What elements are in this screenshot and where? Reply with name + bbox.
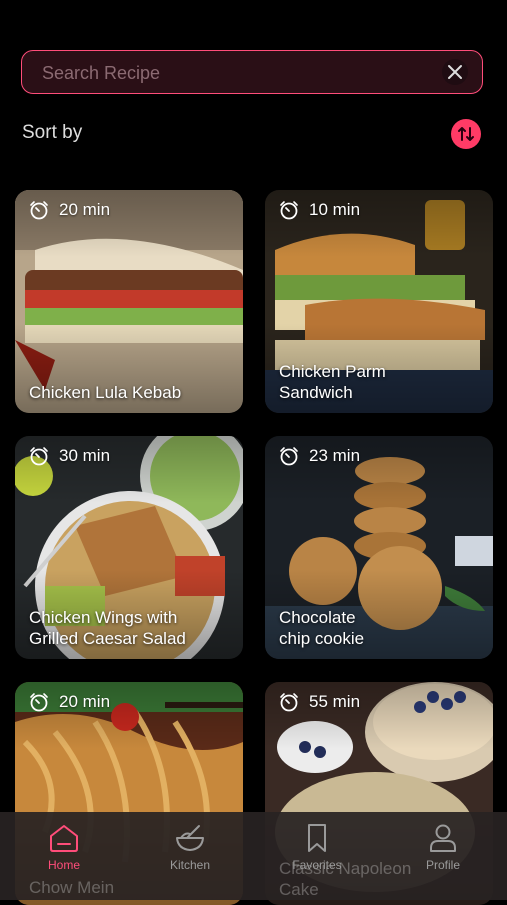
search-input[interactable]: Search Recipe	[21, 50, 483, 94]
nav-home[interactable]: Home	[14, 822, 114, 882]
cook-time-label: 20 min	[59, 200, 111, 219]
recipe-title: Chocolate chip cookie	[279, 608, 365, 648]
recipe-card[interactable]: 30 min Chicken Wings with Grilled Caesar…	[15, 436, 243, 659]
timer-icon	[280, 693, 298, 712]
timer-icon	[280, 447, 298, 466]
cook-time-label: 55 min	[309, 692, 361, 711]
recipe-title: Chicken Parm Sandwich	[279, 362, 386, 402]
sort-button[interactable]	[451, 119, 481, 149]
nav-kitchen-label: Kitchen	[169, 858, 211, 872]
cook-time: 23 min	[279, 446, 360, 466]
sort-label: Sort by	[22, 122, 83, 143]
nav-favorites[interactable]: Favorites	[267, 822, 367, 882]
recipe-card[interactable]: 23 min Chocolate chip cookie	[265, 436, 493, 659]
sort-arrows-icon	[458, 127, 474, 141]
nav-profile-label: Profile	[425, 858, 460, 872]
timer-icon	[30, 693, 48, 712]
cook-time-label: 20 min	[59, 692, 111, 711]
recipe-title: Chicken Wings with Grilled Caesar Salad	[29, 608, 186, 648]
nav-profile[interactable]: Profile	[393, 822, 493, 882]
recipe-card[interactable]: 20 min Chicken Lula Kebab	[15, 190, 243, 413]
cook-time-label: 23 min	[309, 446, 361, 465]
user-icon	[430, 824, 456, 852]
recipe-card[interactable]: 10 min Chicken Parm Sandwich	[265, 190, 493, 413]
nav-favorites-label: Favorites	[292, 858, 342, 872]
search-placeholder: Search Recipe	[42, 63, 161, 83]
cook-time: 20 min	[29, 200, 110, 220]
timer-icon	[30, 201, 48, 220]
bowl-icon	[176, 825, 204, 851]
cook-time: 30 min	[29, 446, 110, 466]
cook-time-label: 10 min	[309, 200, 361, 219]
timer-icon	[280, 201, 298, 220]
recipe-title: Chicken Lula Kebab	[29, 383, 182, 402]
cook-time-label: 30 min	[59, 446, 111, 465]
nav-home-label: Home	[47, 858, 80, 872]
home-icon	[50, 825, 78, 852]
clear-search-button[interactable]	[442, 59, 468, 85]
close-icon	[448, 65, 462, 79]
bottom-navigation: Chow Mein Classic Napoleon Cake Home Kit…	[0, 812, 507, 900]
cook-time: 55 min	[279, 692, 360, 712]
timer-icon	[30, 447, 48, 466]
cook-time: 10 min	[279, 200, 360, 220]
cook-time: 20 min	[29, 692, 110, 712]
nav-kitchen[interactable]: Kitchen	[140, 822, 240, 882]
bookmark-icon	[308, 824, 326, 852]
